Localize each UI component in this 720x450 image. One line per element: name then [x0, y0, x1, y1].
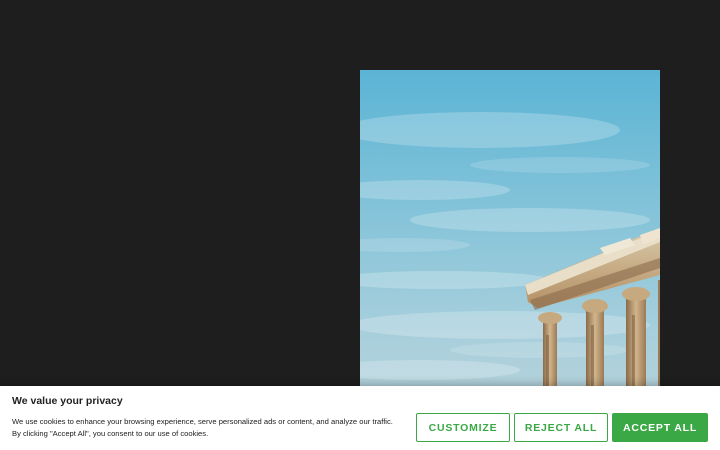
accept-all-button[interactable]: Accept All [612, 413, 708, 442]
page: We value your privacy We use cookies to … [0, 0, 720, 450]
cookie-text-line: We use cookies to enhance your browsing … [12, 417, 393, 426]
cookie-consent-banner: We value your privacy We use cookies to … [0, 386, 720, 450]
acropolis-photo-graphic [360, 70, 660, 400]
hero-image-acropolis [360, 70, 660, 400]
cookie-banner-title: We value your privacy [12, 395, 123, 407]
cookie-banner-description: We use cookies to enhance your browsing … [12, 416, 407, 440]
customize-button[interactable]: Customize [416, 413, 510, 442]
reject-all-button[interactable]: Reject All [514, 413, 608, 442]
cookie-text-line: By clicking "Accept All", you consent to… [12, 429, 209, 438]
